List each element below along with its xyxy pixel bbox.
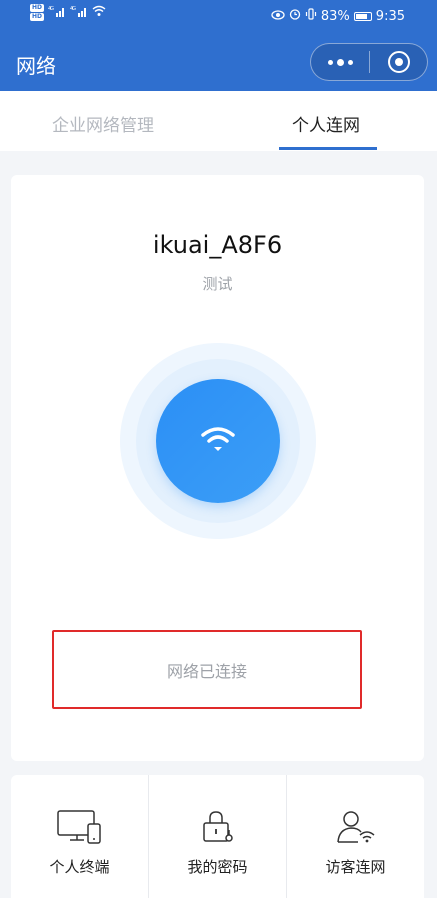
hd-badge-icon: HD bbox=[30, 4, 45, 12]
svg-text:4G: 4G bbox=[70, 6, 76, 12]
wifi-connect-button[interactable] bbox=[156, 379, 280, 503]
menu-personal-devices[interactable]: 个人终端 bbox=[11, 775, 148, 898]
signal-icon: 4G bbox=[70, 5, 88, 20]
bottom-menu: 个人终端 我的密码 访客连网 bbox=[11, 775, 424, 898]
more-dots-icon bbox=[327, 58, 353, 66]
status-right: 83% 9:35 bbox=[271, 8, 405, 24]
menu-label: 我的密码 bbox=[187, 858, 248, 876]
clock: 9:35 bbox=[375, 8, 405, 24]
close-target-icon bbox=[387, 51, 410, 73]
signal-icon: 4G bbox=[48, 5, 66, 20]
status-bar: HD HD 4G 4G 83% 9:35 bbox=[0, 0, 437, 34]
lock-icon bbox=[201, 808, 235, 844]
hd-badges: HD HD bbox=[30, 4, 45, 21]
mini-program-capsule bbox=[310, 43, 428, 81]
menu-my-password[interactable]: 我的密码 bbox=[148, 775, 286, 898]
hd-badge-icon: HD bbox=[30, 13, 45, 21]
network-subtitle: 测试 bbox=[202, 275, 233, 293]
network-card: ikuai_A8F6 测试 网络已连接 bbox=[11, 175, 424, 761]
guest-wifi-icon bbox=[336, 808, 376, 844]
page-title: 网络 bbox=[16, 54, 56, 78]
svg-text:4G: 4G bbox=[48, 6, 54, 12]
menu-label: 个人终端 bbox=[49, 858, 110, 876]
network-ssid: ikuai_A8F6 bbox=[152, 231, 283, 259]
tab-bar: 企业网络管理 个人连网 bbox=[0, 91, 437, 151]
close-button[interactable] bbox=[370, 44, 427, 80]
wifi-status-icon bbox=[92, 5, 106, 21]
connection-status: 网络已连接 bbox=[52, 630, 362, 709]
devices-icon bbox=[56, 808, 103, 844]
battery-icon bbox=[353, 11, 372, 21]
app-header: 网络 bbox=[0, 34, 437, 91]
more-button[interactable] bbox=[311, 44, 369, 80]
wifi-icon bbox=[201, 426, 235, 456]
status-left: HD HD 4G 4G bbox=[30, 4, 106, 21]
vibrate-icon bbox=[305, 8, 317, 24]
battery-fill bbox=[355, 13, 368, 19]
tab-personal-network[interactable]: 个人连网 bbox=[292, 111, 360, 136]
menu-label: 访客连网 bbox=[325, 858, 386, 876]
eye-icon bbox=[271, 9, 285, 24]
menu-guest-network[interactable]: 访客连网 bbox=[286, 775, 424, 898]
alarm-icon bbox=[289, 8, 301, 24]
tab-enterprise-network[interactable]: 企业网络管理 bbox=[52, 111, 154, 136]
active-tab-indicator bbox=[279, 147, 377, 150]
battery-percent: 83% bbox=[320, 8, 350, 24]
